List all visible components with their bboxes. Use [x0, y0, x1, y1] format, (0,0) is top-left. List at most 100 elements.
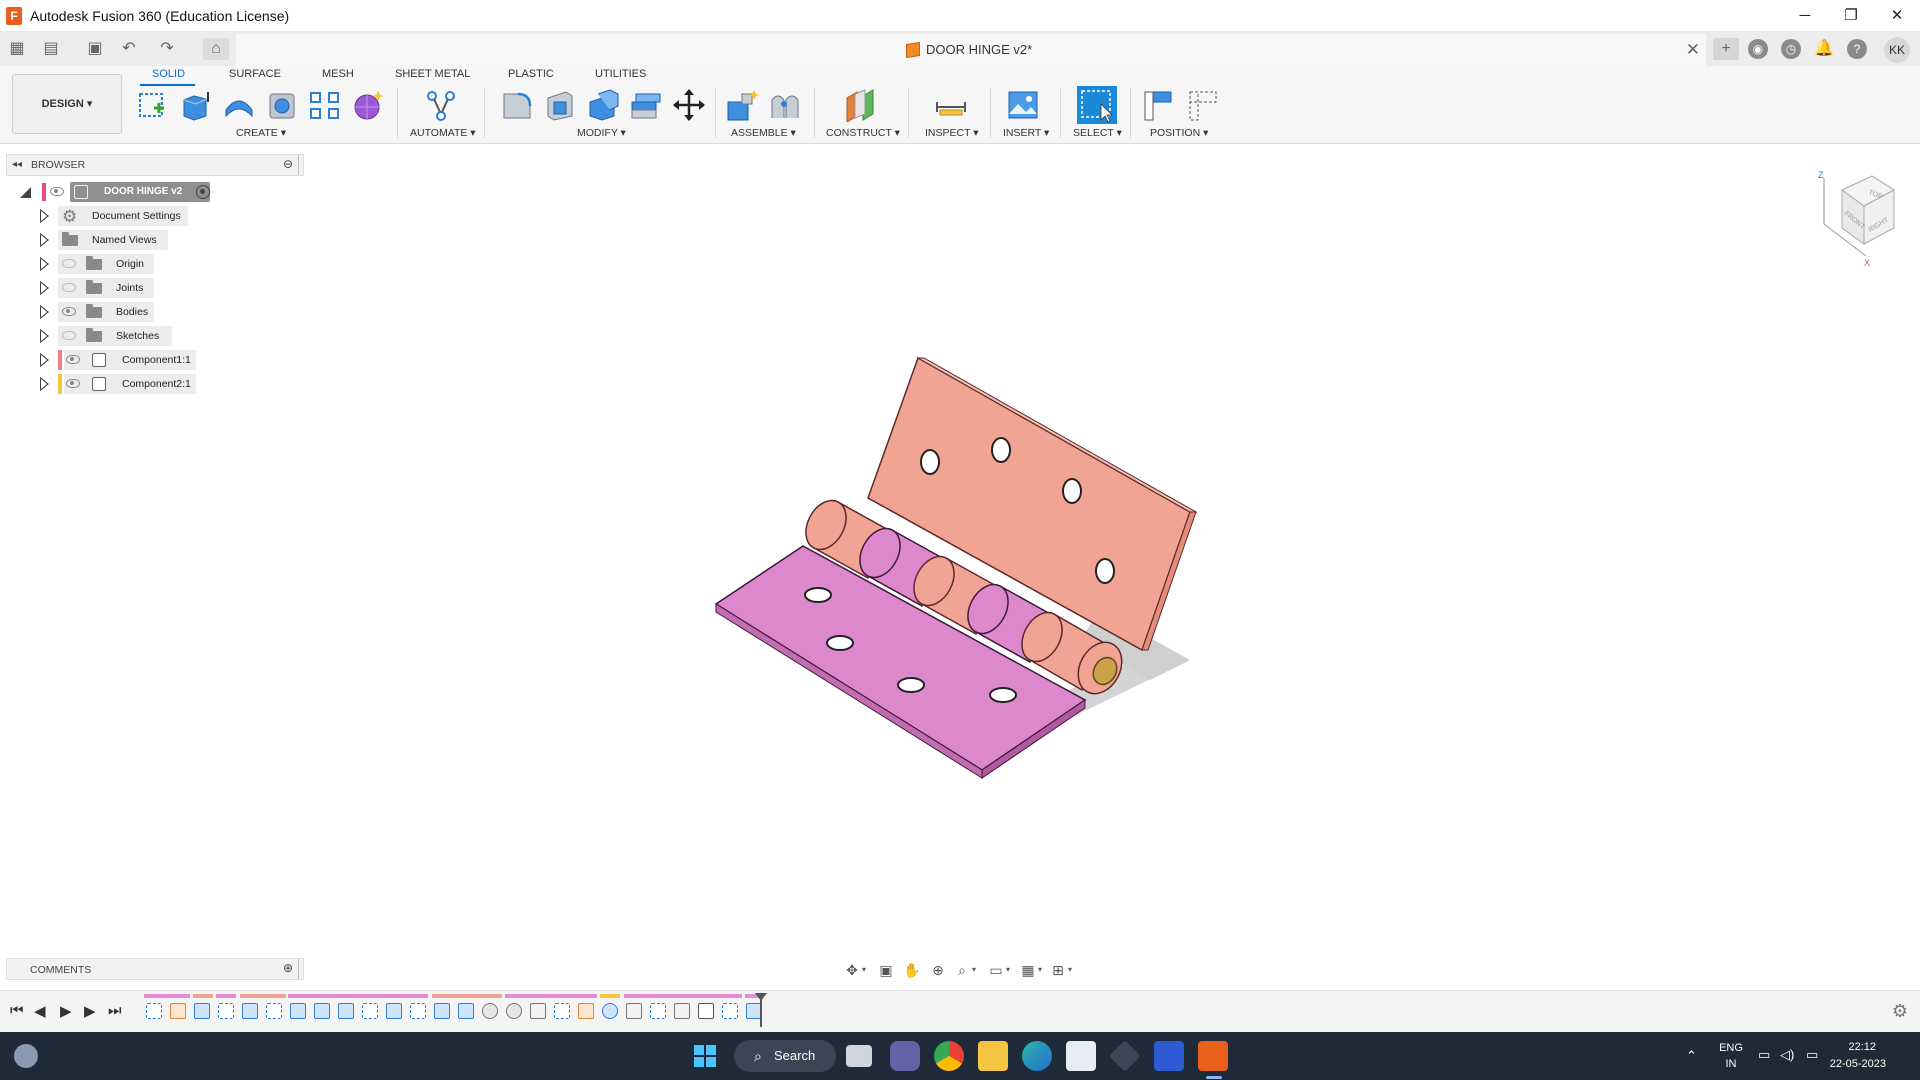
timeline-joint-feature[interactable]: [626, 1003, 642, 1019]
save-icon[interactable]: ▣: [84, 38, 106, 60]
timeline-extrude-feature[interactable]: [194, 1003, 210, 1019]
select-group-label[interactable]: SELECT ▾: [1073, 127, 1122, 139]
step-forward-icon[interactable]: ▶: [84, 1002, 96, 1020]
maximize-button[interactable]: ❐: [1828, 0, 1874, 32]
undo-icon[interactable]: ↶: [118, 38, 140, 60]
press-pull-icon[interactable]: [500, 88, 534, 122]
timeline-sketch-feature[interactable]: [218, 1003, 234, 1019]
play-icon[interactable]: ▶: [60, 1002, 72, 1020]
timeline-sketch-feature[interactable]: [722, 1003, 738, 1019]
view-cube[interactable]: TOP FRONT RIGHT Z X: [1814, 170, 1914, 270]
region-indicator[interactable]: IN: [1718, 1058, 1744, 1070]
timeline-marker[interactable]: [760, 997, 762, 1027]
timeline-sketch-feature[interactable]: [266, 1003, 282, 1019]
tab-mesh[interactable]: MESH: [322, 68, 354, 80]
timeline-component-feature[interactable]: [170, 1003, 186, 1019]
construct-group-label[interactable]: CONSTRUCT ▾: [826, 127, 900, 139]
position-group-label[interactable]: POSITION ▾: [1150, 127, 1208, 139]
timeline-sketch-feature[interactable]: [146, 1003, 162, 1019]
timeline-extrude-feature[interactable]: [338, 1003, 354, 1019]
workspace-switcher-button[interactable]: DESIGN ▾: [12, 74, 122, 134]
move-copy-icon[interactable]: [672, 88, 706, 122]
zoom-icon[interactable]: ⊕: [928, 960, 948, 980]
insert-image-icon[interactable]: [1006, 88, 1040, 122]
timeline-sketch-feature[interactable]: [410, 1003, 426, 1019]
data-panel-grid-icon[interactable]: ▦: [6, 38, 28, 60]
add-comment-icon[interactable]: ⊕: [283, 961, 293, 975]
battery-icon[interactable]: ▭: [1806, 1047, 1818, 1063]
timeline-marker-head[interactable]: [755, 993, 767, 1001]
go-to-end-icon[interactable]: ⏭: [108, 1002, 122, 1019]
timeline-extrude-feature[interactable]: [458, 1003, 474, 1019]
timeline-extrude-feature[interactable]: [290, 1003, 306, 1019]
tab-surface[interactable]: SURFACE: [229, 68, 281, 80]
automate-group-label[interactable]: AUTOMATE ▾: [410, 127, 476, 139]
fillet-icon[interactable]: [542, 88, 576, 122]
joint-icon[interactable]: [768, 88, 802, 122]
clock-time[interactable]: 22:12: [1848, 1041, 1876, 1053]
close-tab-icon[interactable]: ✕: [1686, 40, 1700, 60]
microsoft-store-icon[interactable]: [1066, 1041, 1096, 1071]
tab-utilities[interactable]: UTILITIES: [595, 68, 646, 80]
job-status-icon[interactable]: ◷: [1781, 39, 1801, 59]
capture-position-icon[interactable]: [1143, 88, 1177, 122]
close-button[interactable]: ✕: [1874, 0, 1920, 32]
fusion-taskbar-icon[interactable]: [1198, 1041, 1228, 1071]
timeline-settings-gear-icon[interactable]: ⚙: [1892, 1001, 1908, 1022]
measure-icon[interactable]: [934, 88, 968, 122]
app-m-icon[interactable]: [1154, 1041, 1184, 1071]
task-view-icon[interactable]: [846, 1045, 872, 1067]
hole-icon[interactable]: [266, 88, 300, 122]
timeline-extrude-feature[interactable]: [386, 1003, 402, 1019]
network-icon[interactable]: ▭: [1758, 1047, 1770, 1063]
create-sketch-icon[interactable]: [136, 88, 170, 122]
teams-chat-icon[interactable]: [890, 1041, 920, 1071]
clock-date[interactable]: 22-05-2023: [1830, 1058, 1886, 1070]
create-group-label[interactable]: CREATE ▾: [236, 127, 286, 139]
timeline-sketch-feature[interactable]: [650, 1003, 666, 1019]
language-indicator[interactable]: ENG: [1718, 1042, 1744, 1054]
hinge-model[interactable]: [0, 145, 1920, 990]
create-form-icon[interactable]: [350, 88, 384, 122]
extensions-icon[interactable]: ◉: [1748, 39, 1768, 59]
pattern-icon[interactable]: [308, 88, 342, 122]
taskbar-search[interactable]: ⌕ Search: [734, 1040, 836, 1072]
user-avatar[interactable]: KK: [1884, 37, 1910, 63]
file-menu-icon[interactable]: ▤: [40, 38, 62, 60]
shell-icon[interactable]: [586, 88, 620, 122]
timeline-position-feature[interactable]: [698, 1003, 714, 1019]
comments-panel-header[interactable]: COMMENTS ⊕: [6, 958, 304, 980]
modify-group-label[interactable]: MODIFY ▾: [577, 127, 626, 139]
combine-icon[interactable]: [628, 88, 662, 122]
timeline-fillet-feature[interactable]: [506, 1003, 522, 1019]
timeline-fillet-feature[interactable]: [482, 1003, 498, 1019]
dropdown-arrow-icon[interactable]: ▾: [1030, 960, 1050, 980]
app-hexagon-icon[interactable]: [1109, 1040, 1141, 1072]
automate-icon[interactable]: [424, 88, 458, 122]
assemble-group-label[interactable]: ASSEMBLE ▾: [731, 127, 796, 139]
weather-widget-icon[interactable]: [14, 1044, 38, 1068]
revolve-icon[interactable]: [222, 88, 256, 122]
timeline-joint-feature[interactable]: [530, 1003, 546, 1019]
timeline-extrude-feature[interactable]: [242, 1003, 258, 1019]
notifications-bell-icon[interactable]: 🔔: [1814, 39, 1834, 59]
edge-icon[interactable]: [1022, 1041, 1052, 1071]
new-tab-plus-icon[interactable]: +: [1713, 38, 1739, 60]
revert-position-icon[interactable]: [1186, 88, 1220, 122]
viewport-canvas[interactable]: [0, 145, 1920, 990]
document-tab[interactable]: DOOR HINGE v2* ✕: [236, 34, 1706, 66]
tab-sheet-metal[interactable]: SHEET METAL: [395, 68, 470, 80]
minimize-button[interactable]: ─: [1782, 0, 1828, 32]
chrome-icon[interactable]: [934, 1041, 964, 1071]
timeline-sketch-feature[interactable]: [362, 1003, 378, 1019]
tab-plastic[interactable]: PLASTIC: [508, 68, 554, 80]
go-to-start-icon[interactable]: ⏮: [10, 1002, 24, 1019]
look-at-icon[interactable]: ▣: [876, 960, 896, 980]
timeline-component-feature[interactable]: [578, 1003, 594, 1019]
dropdown-arrow-icon[interactable]: ▾: [854, 960, 874, 980]
timeline-move-feature[interactable]: [602, 1003, 618, 1019]
windows-start-icon[interactable]: [690, 1041, 720, 1071]
pan-hand-icon[interactable]: ✋: [902, 960, 922, 980]
home-icon[interactable]: ⌂: [203, 38, 229, 60]
insert-group-label[interactable]: INSERT ▾: [1003, 127, 1049, 139]
